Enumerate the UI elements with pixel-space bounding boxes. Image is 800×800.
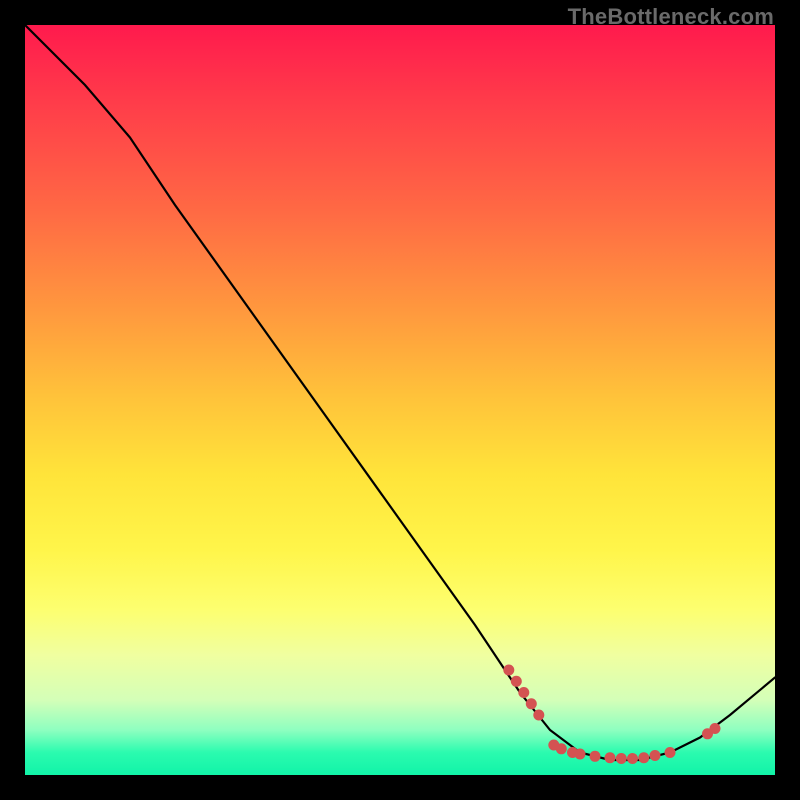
data-point [511,676,522,687]
data-point [526,698,537,709]
data-point [575,749,586,760]
data-point [518,687,529,698]
data-point [503,665,514,676]
data-point [605,752,616,763]
chart-canvas: TheBottleneck.com [0,0,800,800]
data-point [665,747,676,758]
plot-area [25,25,775,775]
data-point [627,753,638,764]
data-point [616,753,627,764]
curve-overlay [25,25,775,775]
data-point [638,752,649,763]
data-point [533,710,544,721]
data-point [650,750,661,761]
scatter-cluster [503,665,720,765]
bottleneck-curve [25,25,775,760]
data-point [710,723,721,734]
data-point [556,743,567,754]
data-point [590,751,601,762]
